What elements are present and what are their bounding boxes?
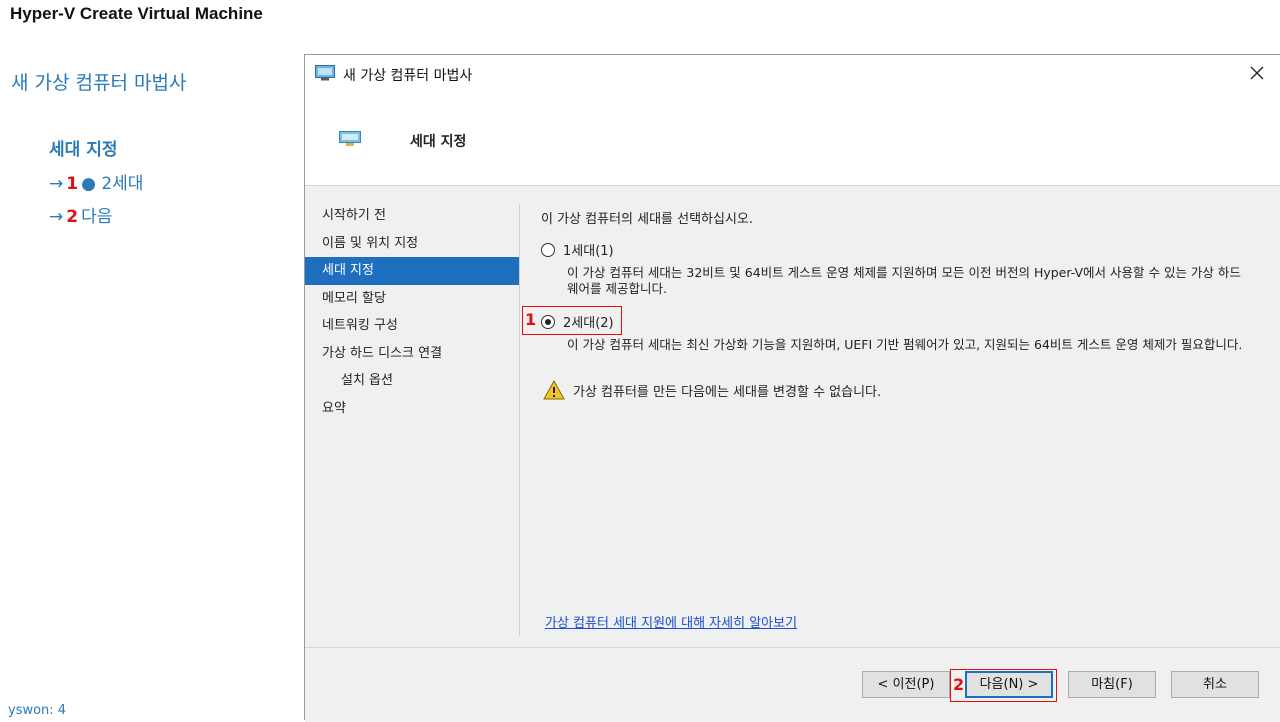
nav-divider (519, 204, 520, 636)
guide-step-1: → 1 ● 2세대 (49, 169, 143, 194)
button-bar: < 이전(P) 다음(N) > 마침(F) 취소 (305, 647, 1280, 722)
bullet-glyph: ● (81, 174, 96, 194)
nav-item-networking[interactable]: 네트워킹 구성 (305, 312, 519, 340)
nav-item-memory[interactable]: 메모리 할당 (305, 285, 519, 313)
nav-item-virtual-disk[interactable]: 가상 하드 디스크 연결 (305, 340, 519, 368)
step-text: 다음 (81, 207, 113, 227)
radio-label: 1세대(1) (563, 244, 614, 259)
nav-item-install-options[interactable]: 설치 옵션 (305, 367, 519, 395)
generation-2-description: 이 가상 컴퓨터 세대는 최신 가상화 기능을 지원하며, UEFI 기반 펌웨… (567, 337, 1243, 352)
guide-title: 새 가상 컴퓨터 마법사 (11, 72, 187, 94)
wizard-nav: 시작하기 전 이름 및 위치 지정 세대 지정 메모리 할당 네트워킹 구성 가… (305, 202, 519, 422)
wizard-header: 세대 지정 (305, 93, 1280, 185)
wizard-body: 시작하기 전 이름 및 위치 지정 세대 지정 메모리 할당 네트워킹 구성 가… (305, 185, 1280, 648)
warning-text: 가상 컴퓨터를 만든 다음에는 세대를 변경할 수 없습니다. (573, 384, 882, 400)
page-title: Hyper-V Create Virtual Machine (10, 4, 263, 23)
previous-button[interactable]: < 이전(P) (862, 671, 950, 698)
nav-item-generation[interactable]: 세대 지정 (305, 257, 519, 285)
close-icon[interactable] (1248, 64, 1266, 82)
footer-note: yswon: 4 (8, 703, 67, 718)
radio-generation-1[interactable]: 1세대(1) (541, 240, 614, 259)
nav-item-summary[interactable]: 요약 (305, 395, 519, 423)
annotation-box-generation-2 (522, 306, 622, 335)
step-number: 2 (66, 207, 79, 227)
radio-indicator[interactable] (541, 242, 555, 257)
finish-button[interactable]: 마침(F) (1068, 671, 1156, 698)
wizard-dialog: 새 가상 컴퓨터 마법사 세대 지정 시작하기 전 이름 및 위치 지정 세대 … (304, 54, 1280, 722)
annotation-box-next (950, 669, 1057, 702)
generation-prompt: 이 가상 컴퓨터의 세대를 선택하십시오. (541, 212, 754, 227)
nav-item-name-location[interactable]: 이름 및 위치 지정 (305, 230, 519, 258)
wizard-page-heading: 세대 지정 (410, 134, 467, 150)
warning-row: 가상 컴퓨터를 만든 다음에는 세대를 변경할 수 없습니다. (543, 380, 881, 400)
learn-more-link[interactable]: 가상 컴퓨터 세대 지원에 대해 자세히 알아보기 (545, 612, 797, 631)
step-text: 2세대 (101, 174, 144, 194)
wizard-content: 이 가상 컴퓨터의 세대를 선택하십시오. 1세대(1) 이 가상 컴퓨터 세대… (541, 186, 1261, 648)
nav-item-before-you-begin[interactable]: 시작하기 전 (305, 202, 519, 230)
hyperv-window-icon (315, 65, 335, 81)
guide-section: 세대 지정 (49, 140, 118, 160)
arrow-glyph: → (49, 174, 64, 194)
step-number: 1 (66, 174, 79, 194)
window-title: 새 가상 컴퓨터 마법사 (343, 68, 473, 84)
wizard-header-icon (339, 131, 361, 146)
warning-icon (543, 380, 565, 400)
cancel-button[interactable]: 취소 (1171, 671, 1259, 698)
guide-step-2: → 2 다음 (49, 202, 112, 227)
arrow-glyph: → (49, 207, 64, 227)
title-bar: 새 가상 컴퓨터 마법사 (305, 55, 1280, 93)
generation-1-description: 이 가상 컴퓨터 세대는 32비트 및 64비트 게스트 운영 체제를 지원하며… (567, 265, 1241, 296)
